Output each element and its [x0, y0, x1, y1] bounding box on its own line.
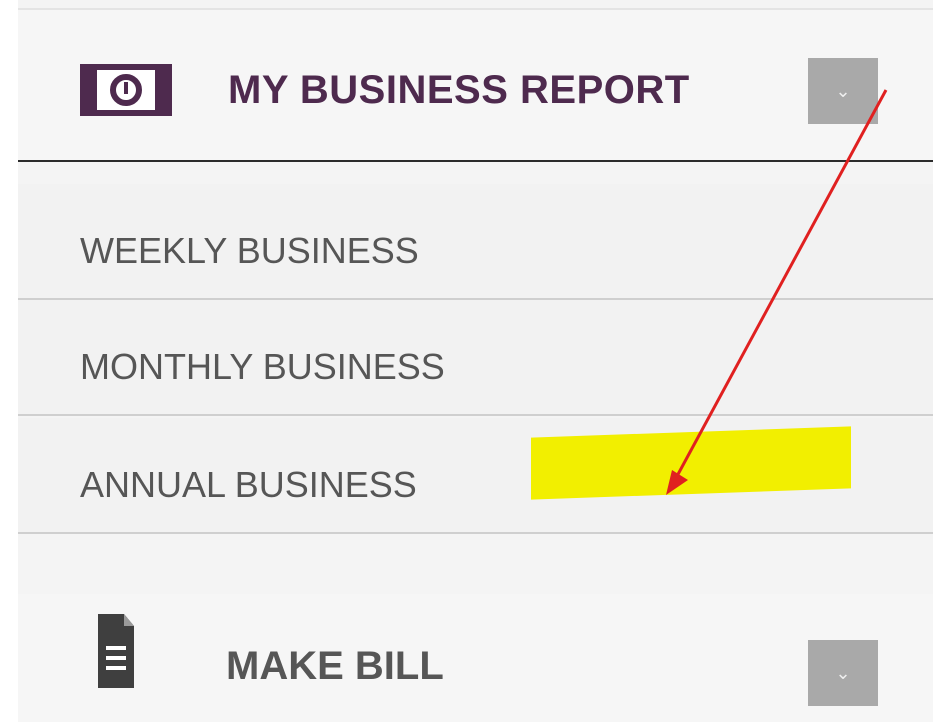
annotation-highlight: [531, 426, 851, 500]
document-icon: [96, 612, 136, 695]
submenu-item-label: ANNUAL BUSINESS: [80, 464, 417, 505]
menu-header-make-bill[interactable]: MAKE BILL ⌄: [18, 594, 933, 722]
expand-toggle-button[interactable]: ⌄: [808, 640, 878, 706]
submenu-item-monthly-business[interactable]: MONTHLY BUSINESS: [18, 300, 933, 416]
menu-spacer: [18, 536, 933, 592]
left-margin: [0, 0, 18, 722]
expand-toggle-button[interactable]: ⌄: [808, 58, 878, 124]
money-icon: [80, 64, 172, 121]
chevron-down-icon: ⌄: [835, 81, 851, 101]
submenu-item-label: MONTHLY BUSINESS: [80, 346, 445, 387]
submenu-item-label: WEEKLY BUSINESS: [80, 230, 419, 271]
chevron-down-icon: ⌄: [835, 663, 851, 683]
menu-title-make-bill: MAKE BILL: [226, 644, 444, 688]
menu-title-my-business-report: MY BUSINESS REPORT: [228, 68, 690, 112]
menu-header-my-business-report[interactable]: MY BUSINESS REPORT ⌄: [18, 8, 933, 162]
submenu-item-weekly-business[interactable]: WEEKLY BUSINESS: [18, 184, 933, 300]
